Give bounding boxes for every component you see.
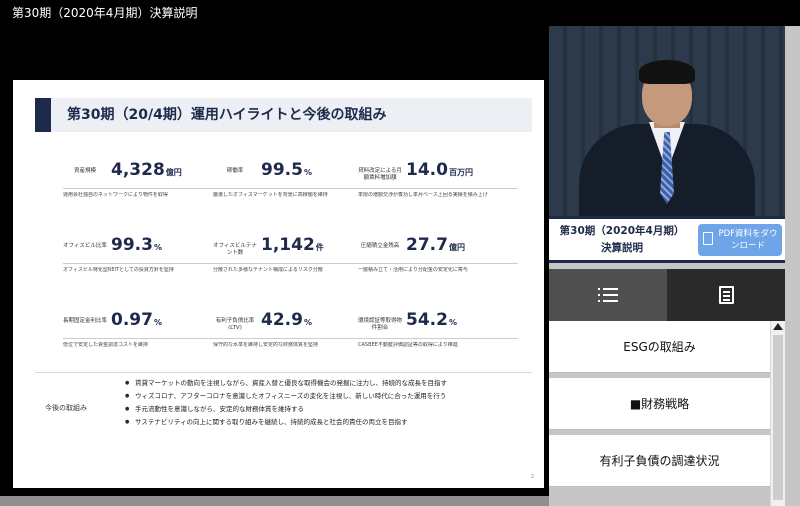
session-title: 第30期（2020年4月期）決算説明 <box>559 225 685 254</box>
scrollbar-thumb[interactable] <box>773 335 783 500</box>
metric-occupancy: 稼働率 99.5% 厳選したオフィスマーケットを背景に高稼働を維持 <box>213 160 378 208</box>
metric-unit: % <box>153 318 162 327</box>
window-title: 第30期（2020年4月期）決算説明 <box>0 0 800 26</box>
presentation-stage: 第30期（20/4期）運用ハイライトと今後の取組み 資産規模 4,328億円 運… <box>0 26 549 496</box>
metric-asset-size: 資産規模 4,328億円 運用会社独自のネットワークにより物件を取得 <box>63 160 228 208</box>
future-list: 賃貸マーケットの動向を注視しながら、資産入替と優良な取得機会の発掘に注力し、持続… <box>125 377 447 429</box>
metric-unit: % <box>303 318 312 327</box>
presenter-hair <box>639 60 695 84</box>
metric-divider <box>213 188 373 189</box>
metric-description: 分散された多様なテナント構成によるリスク分散 <box>213 267 323 273</box>
pdf-download-label: PDF資料をダウンロード <box>718 229 778 251</box>
metric-description: オフィスビル特化型REITとしての投資方針を堅持 <box>63 267 174 273</box>
metric-reserve-balance: 圧縮積立金残高 27.7億円 一層積み立て・活用により分配金の安定化に寄与 <box>358 235 523 283</box>
tab-list[interactable] <box>549 269 667 321</box>
session-info: 第30期（2020年4月期）決算説明 PDF資料をダウンロード <box>549 216 785 263</box>
metric-label: オフィスビルテナント数 <box>213 243 257 256</box>
metric-number: 42.9 <box>261 310 303 330</box>
slide-header: 第30期（20/4期）運用ハイライトと今後の取組み <box>35 98 532 132</box>
metric-value: 99.3% <box>111 235 162 255</box>
metric-interest-rate: 長期固定金利比率 0.97% 低位で安定した資金調達コストを維持 <box>63 310 228 358</box>
metric-description: 低位で安定した資金調達コストを維持 <box>63 342 149 348</box>
metric-office-ratio: オフィスビル比率 99.3% オフィスビル特化型REITとしての投資方針を堅持 <box>63 235 228 283</box>
metric-value: 1,142件 <box>261 235 324 255</box>
metric-value: 0.97% <box>111 310 162 330</box>
metric-unit: 億円 <box>165 168 182 177</box>
metric-divider <box>63 338 223 339</box>
metric-unit: 百万円 <box>448 168 473 177</box>
metric-value: 42.9% <box>261 310 312 330</box>
metric-divider <box>63 188 223 189</box>
metric-number: 4,328 <box>111 160 165 180</box>
metric-value: 27.7億円 <box>406 235 465 255</box>
metric-number: 27.7 <box>406 235 448 255</box>
list-item: サステナビリティの向上に関する取り組みを継続し、持続的成長と社会的責任の両立を目… <box>125 416 447 429</box>
header-accent-bar <box>35 98 51 132</box>
sidebar-edge <box>785 26 800 506</box>
metric-tenants: オフィスビルテナント数 1,142件 分散された多様なテナント構成によるリスク分… <box>213 235 378 283</box>
pdf-download-button[interactable]: PDF資料をダウンロード <box>698 224 782 256</box>
metric-number: 14.0 <box>406 160 448 180</box>
metric-unit: % <box>448 318 457 327</box>
pdf-icon <box>703 232 713 245</box>
metric-number: 54.2 <box>406 310 448 330</box>
list-icon <box>598 288 618 302</box>
bottom-bar <box>0 496 549 506</box>
tab-document[interactable] <box>667 269 785 321</box>
metric-unit: % <box>303 168 312 177</box>
toc-item[interactable]: ■財務戦略 <box>549 378 770 430</box>
metric-number: 0.97 <box>111 310 153 330</box>
sidebar-tabs <box>549 269 785 321</box>
list-item: 賃貸マーケットの動向を注視しながら、資産入替と優良な取得機会の発掘に注力し、持続… <box>125 377 447 390</box>
metric-rent-increase: 貸料改定による月額賃料増加額 14.0百万円 単限の増額交渉が奏功し単月ベース上… <box>358 160 523 208</box>
future-initiatives: 今後の取組み 賃貸マーケットの動向を注視しながら、資産入替と優良な取得機会の発掘… <box>35 372 532 448</box>
toc-item[interactable]: 有利子負債の調達状況 <box>549 435 770 487</box>
metric-label: オフィスビル比率 <box>63 243 107 249</box>
metric-value: 14.0百万円 <box>406 160 473 180</box>
metric-ltv: 有利子負債比率(LTV) 42.9% 保守的な水準を維持し安定的な財務体質を堅持 <box>213 310 378 358</box>
list-item: ウィズコロナ、アフターコロナを意識したオフィスニーズの変化を注視し、新しい時代に… <box>125 390 447 403</box>
list-item: 手元流動性を意識しながら、安定的な財務体質を維持する <box>125 403 447 416</box>
metric-number: 1,142 <box>261 235 315 255</box>
metric-number: 99.3 <box>111 235 153 255</box>
metric-divider <box>213 338 373 339</box>
scroll-up-icon[interactable] <box>773 323 783 330</box>
metric-label: 資産規模 <box>73 168 96 174</box>
toc-scrollbar[interactable] <box>770 321 785 506</box>
table-of-contents: ESGの取組み ■財務戦略 有利子負債の調達状況 <box>549 321 770 506</box>
metric-label: 貸料改定による月額賃料増加額 <box>358 168 402 181</box>
metric-value: 54.2% <box>406 310 457 330</box>
metric-label: 稼働率 <box>226 168 244 174</box>
sidebar: 第30期（2020年4月期）決算説明 PDF資料をダウンロード ESGの取組み … <box>549 26 800 506</box>
metric-description: 保守的な水準を維持し安定的な財務体質を堅持 <box>213 342 319 348</box>
metric-label: 有利子負債比率(LTV) <box>215 318 255 331</box>
metric-unit: 件 <box>315 243 324 252</box>
metric-unit: 億円 <box>448 243 465 252</box>
metric-number: 99.5 <box>261 160 303 180</box>
future-label: 今後の取組み <box>45 404 87 412</box>
metric-divider <box>358 263 518 264</box>
metric-description: 厳選したオフィスマーケットを背景に高稼働を維持 <box>213 192 328 198</box>
metric-divider <box>358 188 518 189</box>
metric-unit: % <box>153 243 162 252</box>
metric-label: 長期固定金利比率 <box>63 318 108 324</box>
metric-divider <box>213 263 373 264</box>
metric-value: 4,328億円 <box>111 160 182 180</box>
metric-green-certified: 環境認証等取得物件割合 54.2% CASBEE不動産評価認証等の取得により推進 <box>358 310 523 358</box>
metric-description: CASBEE不動産評価認証等の取得により推進 <box>358 342 458 348</box>
toc-item[interactable]: ESGの取組み <box>549 321 770 373</box>
metric-label: 環境認証等取得物件割合 <box>358 318 403 331</box>
document-icon <box>718 286 734 304</box>
metric-divider <box>358 338 518 339</box>
slide-page-number: 2 <box>530 474 534 480</box>
metric-value: 99.5% <box>261 160 312 180</box>
metric-description: 一層積み立て・活用により分配金の安定化に寄与 <box>358 267 468 273</box>
metric-divider <box>63 263 223 264</box>
slide-title: 第30期（20/4期）運用ハイライトと今後の取組み <box>67 107 387 123</box>
slide: 第30期（20/4期）運用ハイライトと今後の取組み 資産規模 4,328億円 運… <box>13 80 544 488</box>
metric-description: 運用会社独自のネットワークにより物件を取得 <box>63 192 168 198</box>
metric-label: 圧縮積立金残高 <box>360 243 400 249</box>
metric-description: 単限の増額交渉が奏功し単月ベース上回る実績を積み上げ <box>358 192 488 198</box>
presenter-video[interactable] <box>549 26 785 216</box>
